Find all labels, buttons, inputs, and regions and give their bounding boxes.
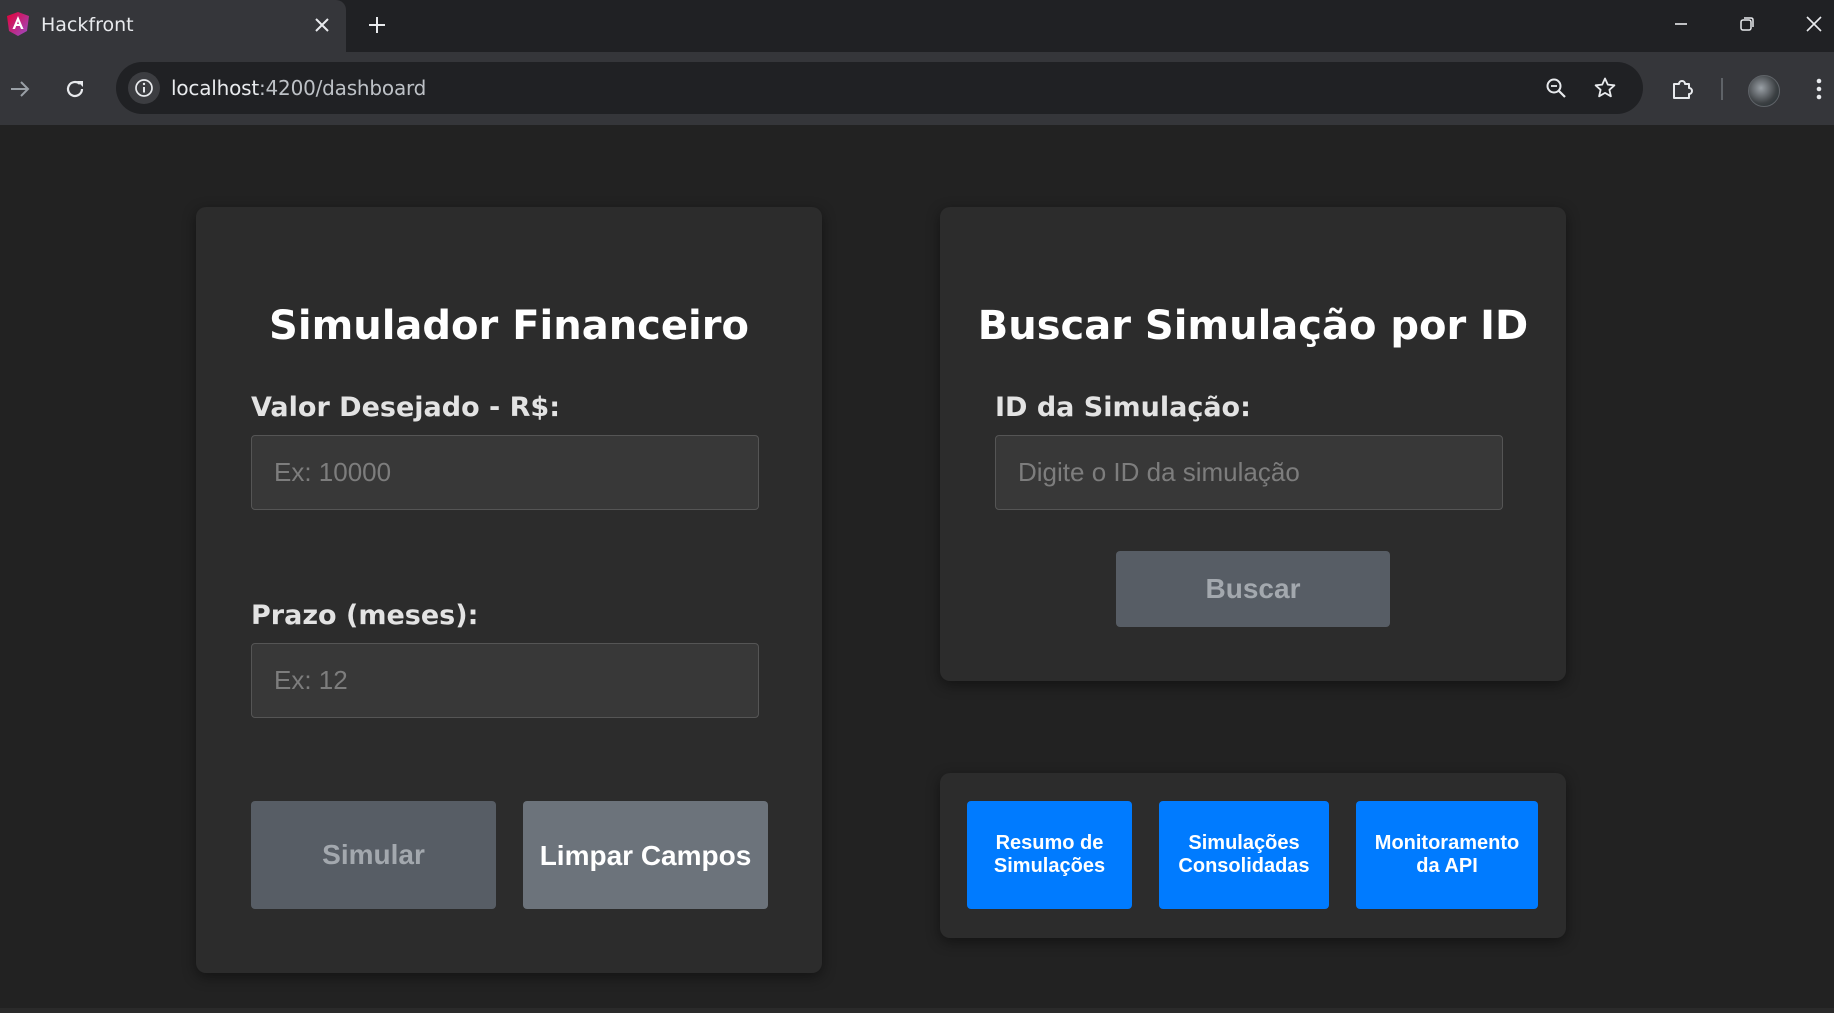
amount-input[interactable]	[251, 435, 759, 510]
term-label: Prazo (meses):	[251, 600, 479, 631]
minimize-icon[interactable]	[1661, 8, 1701, 40]
tab-title: Hackfront	[41, 14, 134, 36]
simulator-title: Simulador Financeiro	[269, 303, 749, 349]
search-title: Buscar Simulação por ID	[977, 303, 1529, 349]
puzzle-icon[interactable]	[1665, 71, 1701, 107]
search-card: Buscar Simulação por ID ID da Simulação:…	[940, 207, 1566, 681]
navigation-card: Resumo de Simulações Simulações Consolid…	[940, 773, 1566, 938]
toolbar-divider	[1721, 78, 1723, 100]
close-icon[interactable]	[308, 11, 336, 39]
arrow-right-icon[interactable]	[2, 71, 38, 107]
restore-icon[interactable]	[1727, 8, 1767, 40]
dashboard-page: Simulador Financeiro Valor Desejado - R$…	[0, 125, 1834, 1010]
plus-icon[interactable]	[362, 10, 392, 40]
url-text[interactable]: localhost:4200/dashboard	[171, 76, 426, 100]
clear-fields-button[interactable]: Limpar Campos	[523, 801, 768, 909]
api-monitoring-button[interactable]: Monitoramento da API	[1356, 801, 1538, 909]
kebab-menu-icon[interactable]	[1801, 71, 1834, 107]
browser-tabstrip: Hackfront	[0, 0, 1834, 52]
simulation-id-label: ID da Simulação:	[995, 392, 1251, 423]
simulation-summary-button[interactable]: Resumo de Simulações	[967, 801, 1132, 909]
address-bar[interactable]: localhost:4200/dashboard	[116, 62, 1643, 114]
simulator-card: Simulador Financeiro Valor Desejado - R$…	[196, 207, 822, 973]
info-icon[interactable]	[128, 72, 160, 104]
browser-toolbar: localhost:4200/dashboard	[0, 52, 1834, 125]
amount-label: Valor Desejado - R$:	[251, 392, 560, 423]
url-host: localhost	[171, 76, 259, 100]
search-button[interactable]: Buscar	[1116, 551, 1390, 627]
page-bottom-edge	[0, 1008, 1834, 1013]
simulate-button[interactable]: Simular	[251, 801, 496, 909]
close-window-icon[interactable]	[1794, 8, 1834, 40]
star-icon[interactable]	[1590, 73, 1620, 103]
angular-icon	[6, 11, 30, 37]
profile-avatar[interactable]	[1748, 75, 1780, 107]
simulation-id-input[interactable]	[995, 435, 1503, 510]
term-input[interactable]	[251, 643, 759, 718]
zoom-icon[interactable]	[1541, 73, 1571, 103]
reload-icon[interactable]	[57, 71, 93, 107]
browser-tab[interactable]: Hackfront	[0, 0, 346, 52]
consolidated-simulations-button[interactable]: Simulações Consolidadas	[1159, 801, 1329, 909]
url-path: :4200/dashboard	[258, 76, 427, 100]
